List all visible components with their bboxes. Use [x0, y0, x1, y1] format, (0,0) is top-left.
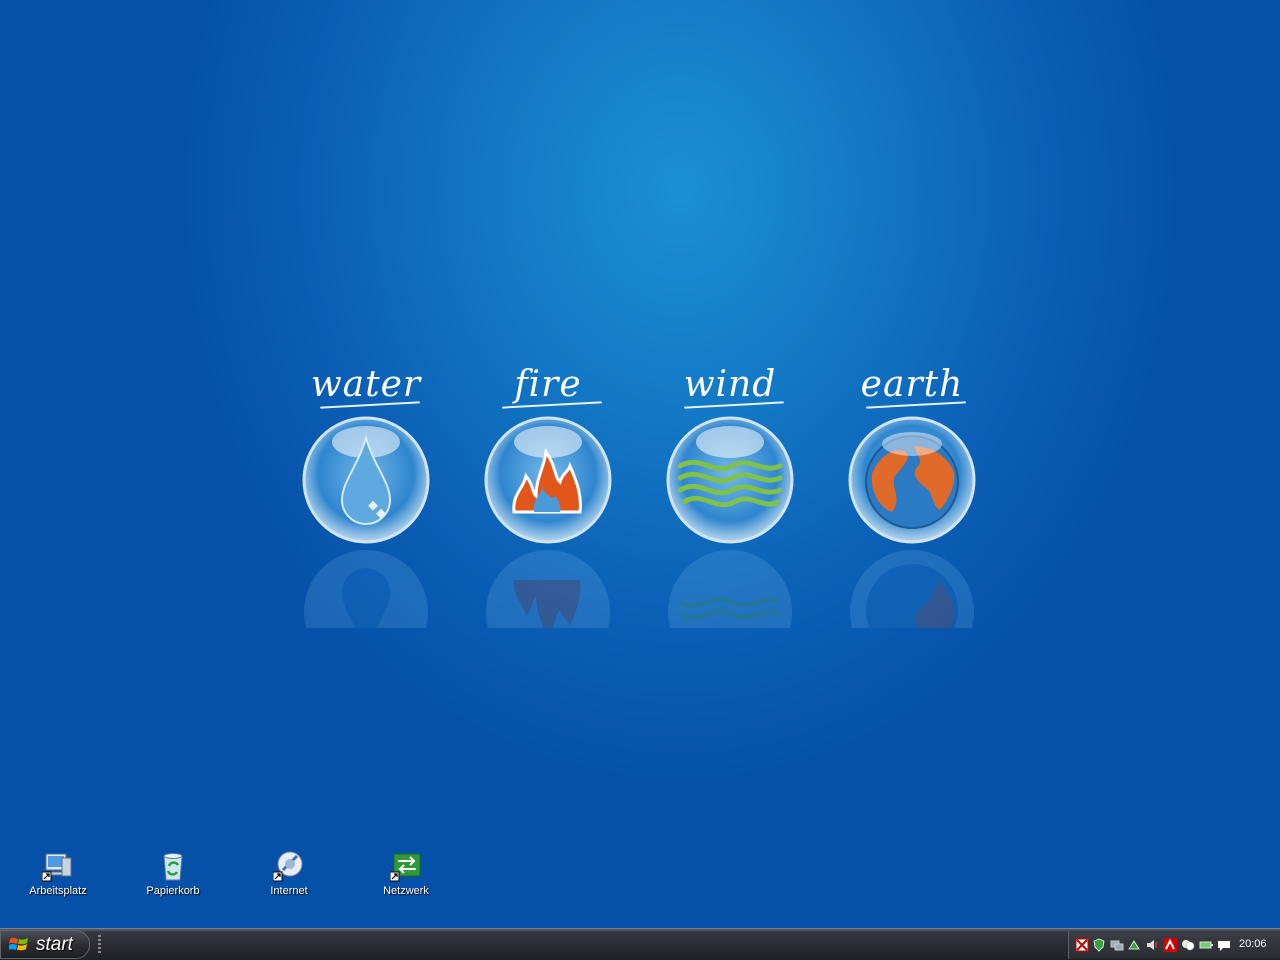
antivirus-icon[interactable]: [1163, 938, 1177, 952]
security-alert-icon[interactable]: [1075, 938, 1089, 952]
my-computer-icon: [42, 853, 72, 882]
windows-logo-icon: [9, 937, 28, 951]
wallpaper-element-earth: earth: [842, 360, 982, 650]
volume-icon[interactable]: [1145, 938, 1159, 952]
wind-waves-icon: [666, 416, 794, 544]
orb-reflection: [666, 548, 794, 628]
orb-reflection: [302, 548, 430, 628]
battery-icon[interactable]: [1199, 938, 1213, 952]
start-button[interactable]: start: [0, 930, 90, 959]
recycle-bin-icon: [163, 853, 183, 881]
start-label: start: [36, 934, 73, 955]
network-icon: [390, 853, 421, 882]
shield-icon[interactable]: [1092, 938, 1106, 952]
chat-icon[interactable]: [1217, 938, 1231, 952]
desktop[interactable]: water fire wind earth Arbeitsplatz Papie…: [0, 0, 1280, 928]
desktop-icon-label: Netzwerk: [383, 885, 429, 897]
wallpaper-label-water: water: [310, 364, 422, 405]
clock[interactable]: 20:06: [1239, 938, 1267, 950]
wallpaper-label-wind: wind: [683, 364, 777, 405]
wallpaper-element-water: water: [296, 360, 436, 650]
flame-icon: [484, 416, 612, 544]
desktop-icon-netzwerk[interactable]: Netzwerk: [361, 846, 451, 906]
desktop-icon-arbeitsplatz[interactable]: Arbeitsplatz: [13, 846, 103, 906]
internet-browser-icon: [273, 851, 303, 882]
globe-icon: [848, 416, 976, 544]
network-status-icon[interactable]: [1110, 938, 1124, 952]
update-icon[interactable]: [1127, 938, 1141, 952]
taskbar: start 20:06: [0, 928, 1280, 960]
wallpaper-element-fire: fire: [478, 360, 618, 650]
desktop-icon-label: Arbeitsplatz: [29, 885, 87, 897]
desktop-icon-internet[interactable]: Internet: [244, 846, 334, 906]
wallpaper-label-fire: fire: [514, 364, 582, 405]
wallpaper-elements: water fire wind earth: [296, 360, 996, 650]
system-tray: 20:06: [1068, 931, 1280, 959]
orb-reflection: [848, 548, 976, 628]
wallpaper-element-wind: wind: [660, 360, 800, 650]
messenger-icon[interactable]: [1181, 938, 1195, 952]
desktop-icon-papierkorb[interactable]: Papierkorb: [128, 846, 218, 906]
water-drop-icon: [302, 416, 430, 544]
desktop-icon-label: Papierkorb: [146, 885, 200, 897]
wallpaper-label-earth: earth: [860, 364, 964, 405]
desktop-icon-label: Internet: [270, 885, 308, 897]
taskbar-grip[interactable]: [98, 935, 101, 955]
orb-reflection: [484, 548, 612, 628]
